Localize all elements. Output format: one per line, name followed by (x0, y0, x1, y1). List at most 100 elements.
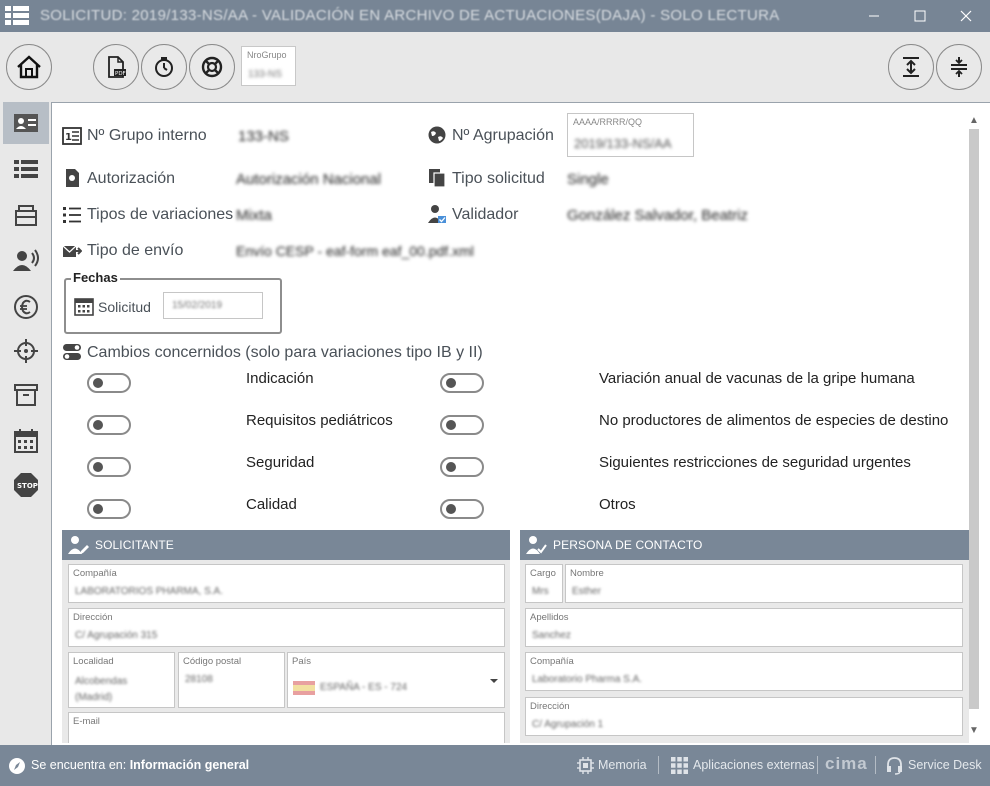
solicitante-localidad-field[interactable]: Localidad Alcobendas (Madrid) (68, 652, 175, 708)
solicitante-direccion-field[interactable]: Dirección C/ Agrupación 315 (68, 608, 505, 647)
minimize-icon (869, 15, 879, 17)
toggle-calidad[interactable] (87, 499, 131, 519)
solicitante-email-field[interactable]: E-mail (68, 712, 505, 743)
sidebar-item-list[interactable] (3, 148, 49, 190)
solicitud-date-input[interactable]: 15/02/2019 (163, 292, 263, 319)
toggle-indicacion[interactable] (87, 373, 131, 393)
pdf-button[interactable]: PDF (93, 44, 139, 90)
scroll-up-arrow-icon[interactable]: ▲ (968, 115, 980, 127)
contacto-nombre-label: Nombre (570, 568, 604, 579)
contacto-cargo-field[interactable]: Cargo Mrs (525, 564, 563, 603)
solicitante-title: SOLICITANTE (95, 538, 174, 552)
maximize-button[interactable] (897, 0, 943, 32)
expand-button[interactable] (888, 44, 934, 90)
solicitante-localidad-value: Alcobendas (Madrid) (75, 676, 128, 703)
nrogrupo-label: NroGrupo (247, 50, 287, 60)
close-icon (960, 10, 972, 22)
apps-grid-icon (671, 757, 688, 774)
fechas-legend: Fechas (71, 270, 120, 285)
scroll-thumb[interactable] (969, 129, 979, 709)
status-bar: Se encuentra en: Información general Mem… (0, 745, 990, 786)
location-text: Se encuentra en: Información general (31, 758, 249, 772)
solicitante-pais-select[interactable]: País ESPAÑA - ES - 724 (287, 652, 505, 708)
expand-vertical-icon (903, 57, 919, 77)
solicitante-cp-field[interactable]: Código postal 28108 (178, 652, 285, 708)
nrogrupo-field[interactable]: NroGrupo 133-NS (241, 46, 296, 86)
solicitante-header: SOLICITANTE (62, 530, 510, 560)
toggle-seguridad-label: Seguridad (246, 454, 315, 471)
autorizacion-value: Autorización Nacional (236, 171, 382, 188)
service-desk-link[interactable]: Service Desk (908, 758, 982, 772)
home-button[interactable] (6, 44, 52, 90)
toggle-restricciones-urgentes[interactable] (440, 457, 484, 477)
solicitante-compania-field[interactable]: Compañía LABORATORIOS PHARMA, S.A. (68, 564, 505, 603)
globe-icon (428, 126, 446, 144)
calendar-icon (74, 298, 94, 316)
cambios-title: Cambios concernidos (solo para variacion… (87, 344, 483, 361)
contacto-nombre-field[interactable]: Nombre Esther (565, 564, 963, 603)
title-bar: SOLICITUD: 2019/133-NS/AA - VALIDACIÓN E… (0, 0, 990, 32)
agrupacion-input[interactable]: AAAA/RRRR/QQ 2019/133-NS/AA (567, 113, 694, 157)
vertical-scrollbar[interactable]: ▲ ▼ (966, 113, 982, 743)
contacto-direccion-field[interactable]: Dirección C/ Agrupación 1 (525, 697, 963, 736)
close-button[interactable] (943, 0, 989, 32)
svg-text:1: 1 (65, 132, 72, 143)
sidebar-item-contacts[interactable] (3, 240, 49, 282)
person-speaking-icon (13, 249, 39, 271)
sidebar-item-target[interactable] (3, 330, 49, 372)
timer-button[interactable] (141, 44, 187, 90)
sidebar-item-fees[interactable] (3, 286, 49, 328)
contacto-title: PERSONA DE CONTACTO (553, 538, 703, 552)
pdf-document-icon: PDF (108, 56, 126, 78)
minimize-button[interactable] (851, 0, 897, 32)
stopwatch-icon (155, 57, 173, 77)
sidebar-item-general-info[interactable] (3, 102, 49, 144)
tipos-variaciones-value: Mixta (236, 207, 272, 224)
solicitante-pais-label: País (292, 656, 312, 667)
nrogrupo-value: 133-NS (248, 69, 282, 80)
tipo-envio-value: Envío CESP - eaf-form eaf_00.pdf.xml (236, 243, 474, 259)
headset-icon (887, 757, 902, 775)
scroll-down-arrow-icon[interactable]: ▼ (968, 725, 980, 737)
send-envelope-icon (62, 245, 82, 257)
collapse-button[interactable] (936, 44, 982, 90)
status-separator (658, 756, 659, 774)
help-button[interactable] (189, 44, 235, 90)
toggle-otros[interactable] (440, 499, 484, 519)
toggle-seguridad[interactable] (87, 457, 131, 477)
toggle-calidad-label: Calidad (246, 496, 297, 513)
id-card-icon (14, 114, 38, 132)
toggle-requisitos-pediatricos[interactable] (87, 415, 131, 435)
contacto-compania-field[interactable]: Compañía Laboratorio Pharma S.A. (525, 652, 963, 691)
tipos-variaciones-label: Tipos de variaciones (87, 206, 234, 223)
solicitante-direccion-label: Dirección (73, 612, 113, 623)
toggle-requisitos-pediatricos-label: Requisitos pediátricos (246, 412, 393, 429)
collapse-vertical-icon (951, 57, 967, 77)
crosshair-icon (14, 339, 38, 363)
validador-label: Validador (452, 206, 519, 223)
contacto-compania-value: Laboratorio Pharma S.A. (532, 674, 643, 685)
spain-flag-icon (293, 681, 315, 695)
solicitante-localidad-label: Localidad (73, 656, 114, 667)
user-edit-icon (68, 536, 89, 554)
user-check-icon (428, 205, 446, 223)
app-list-icon (5, 6, 29, 25)
sidebar-item-stop[interactable]: STOP (3, 464, 49, 506)
solicitante-cp-label: Código postal (183, 656, 242, 667)
package-icon (15, 205, 37, 226)
sidebar-item-archive[interactable] (3, 374, 49, 416)
contacto-apellidos-field[interactable]: Apellidos Sanchez (525, 608, 963, 647)
memoria-link[interactable]: Memoria (598, 758, 647, 772)
sidebar-item-calendar[interactable] (3, 420, 49, 462)
sidebar-item-products[interactable] (3, 194, 49, 236)
status-separator (875, 756, 876, 774)
agrupacion-label: Nº Agrupación (452, 127, 554, 144)
grupo-interno-value: 133-NS (238, 128, 289, 145)
contacto-direccion-label: Dirección (530, 701, 570, 712)
toggle-vacunas-gripe[interactable] (440, 373, 484, 393)
toggle-no-productores[interactable] (440, 415, 484, 435)
contacto-header: PERSONA DE CONTACTO (520, 530, 969, 560)
validador-value: González Salvador, Beatriz (567, 207, 748, 224)
agrupacion-value: 2019/133-NS/AA (574, 136, 672, 151)
aplicaciones-externas-link[interactable]: Aplicaciones externas (693, 758, 815, 772)
